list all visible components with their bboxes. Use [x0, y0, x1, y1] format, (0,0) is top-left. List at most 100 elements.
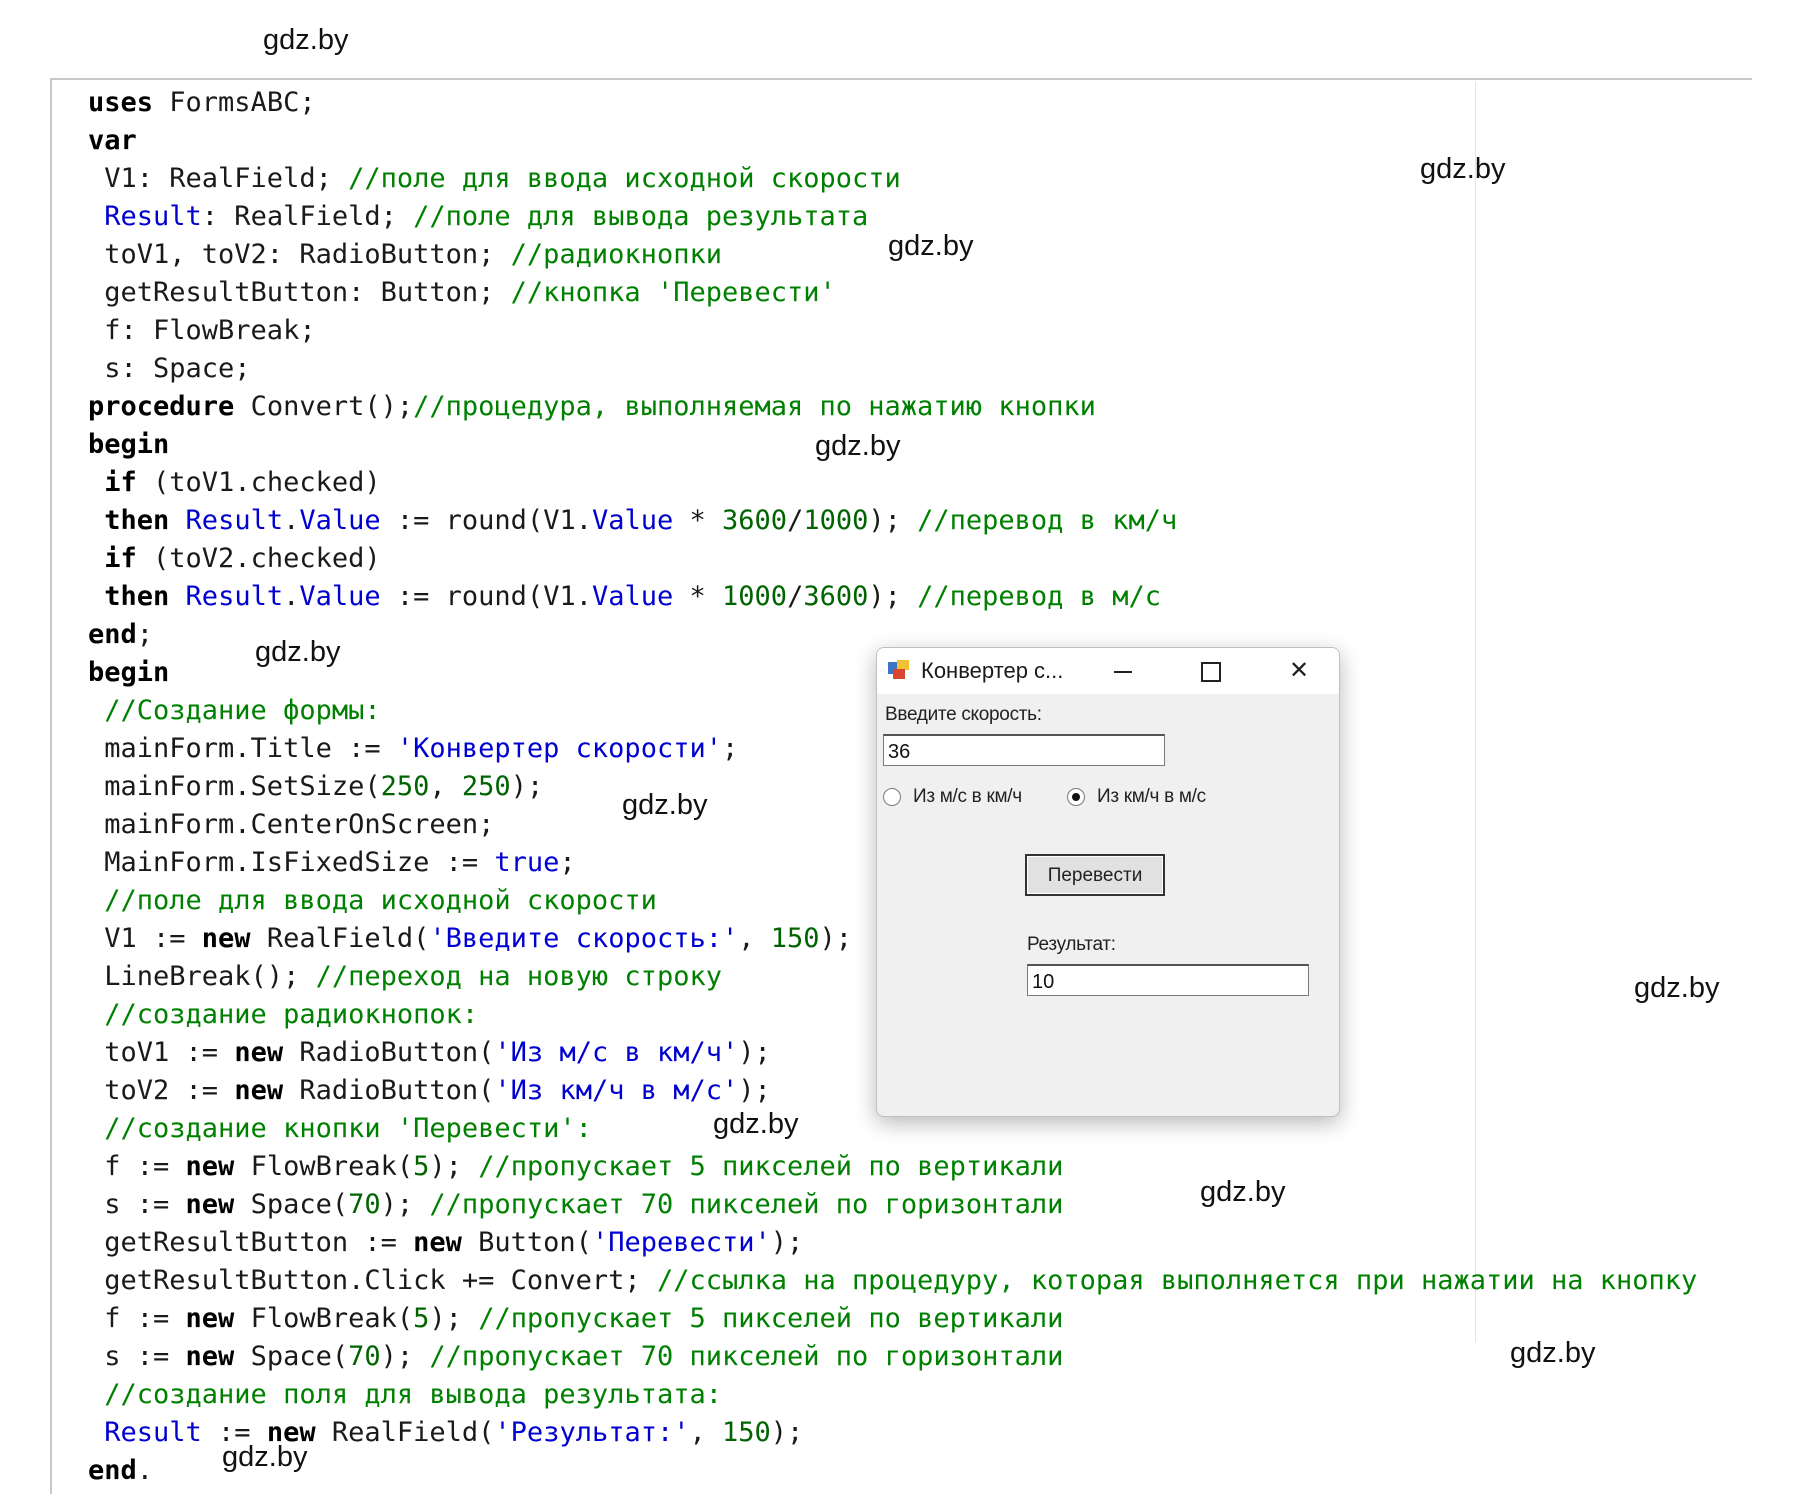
radio-ms-to-kmh-label[interactable]: Из м/с в км/ч: [913, 786, 1022, 808]
watermark: gdz.by: [888, 230, 974, 262]
watermark: gdz.by: [713, 1108, 799, 1140]
code-token: mainForm.SetSize(: [88, 771, 381, 802]
code-token: 'Результат:': [494, 1417, 690, 1448]
code-token: Result: [88, 1417, 202, 1448]
result-label: Результат:: [1027, 934, 1116, 955]
code-token: //создание поля для вывода результата:: [88, 1379, 722, 1410]
code-token: ;: [559, 847, 576, 878]
code-token: 5: [413, 1151, 430, 1182]
minimize-icon[interactable]: [1083, 648, 1163, 694]
code-token: 1000: [722, 581, 788, 612]
convert-button[interactable]: Перевести: [1025, 854, 1165, 896]
code-token: ,: [738, 923, 771, 954]
close-icon[interactable]: ✕: [1259, 648, 1339, 694]
code-token: LineBreak();: [88, 961, 316, 992]
code-token: V1: RealField;: [88, 163, 349, 194]
maximize-icon[interactable]: [1171, 648, 1251, 694]
code-line: s := new Space(70); //пропускает 70 пикс…: [88, 1186, 1697, 1224]
code-token: );: [770, 1417, 804, 1448]
code-token: 250: [380, 771, 430, 802]
code-token: toV1, toV2: RadioButton;: [88, 239, 511, 270]
code-line: f := new FlowBreak(5); //пропускает 5 пи…: [88, 1300, 1697, 1338]
code-token: s :=: [88, 1341, 186, 1372]
code-line: uses FormsABC;: [88, 84, 1697, 122]
code-line: s: Space;: [88, 350, 1697, 388]
code-token: new: [185, 1303, 235, 1334]
code-token: Space(: [234, 1341, 349, 1372]
code-token: if: [104, 543, 137, 574]
code-token: Value: [299, 505, 381, 536]
code-token: new: [234, 1075, 284, 1106]
code-token: //пропускает 5 пикселей по вертикали: [478, 1303, 1064, 1334]
code-token: end: [88, 619, 137, 650]
code-token: f :=: [88, 1303, 186, 1334]
code-token: );: [770, 1227, 804, 1258]
code-token: mainForm.Title :=: [88, 733, 397, 764]
code-token: V1 :=: [88, 923, 202, 954]
window-titlebar[interactable]: Конвертер с... ✕: [877, 648, 1339, 694]
code-token: 'Перевести': [591, 1227, 771, 1258]
code-token: (toV2.checked): [136, 543, 381, 574]
speed-input[interactable]: 36: [883, 734, 1165, 766]
code-token: *: [673, 581, 723, 612]
code-token: 'Из км/ч в м/с': [494, 1075, 739, 1106]
code-token: /: [787, 505, 804, 536]
radio-kmh-to-ms[interactable]: [1067, 788, 1085, 806]
code-line: then Result.Value := round(V1.Value * 36…: [88, 502, 1697, 540]
code-token: begin: [88, 657, 170, 688]
code-token: //создание кнопки 'Перевести':: [88, 1113, 592, 1144]
code-token: .: [283, 581, 300, 612]
code-token: *: [673, 505, 723, 536]
code-token: Value: [591, 505, 674, 536]
watermark: gdz.by: [1420, 153, 1506, 185]
code-token: //перевод в м/с: [917, 581, 1161, 612]
code-token: RadioButton(: [283, 1037, 495, 1068]
radio-kmh-to-ms-label[interactable]: Из км/ч в м/с: [1097, 786, 1206, 808]
code-token: ;: [721, 733, 739, 764]
code-token: );: [868, 581, 918, 612]
code-token: RealField(: [315, 1417, 495, 1448]
radio-ms-to-kmh[interactable]: [883, 788, 901, 806]
code-token: //радиокнопки: [510, 239, 722, 270]
code-line: s := new Space(70); //пропускает 70 пикс…: [88, 1338, 1697, 1376]
code-token: /: [787, 581, 804, 612]
code-token: begin: [88, 429, 170, 460]
code-token: //создание радиокнопок:: [88, 999, 479, 1030]
code-token: s :=: [88, 1189, 186, 1220]
app-icon: [888, 660, 909, 679]
code-token: 150: [770, 923, 820, 954]
watermark: gdz.by: [622, 789, 708, 821]
code-token: 3600: [722, 505, 788, 536]
code-line: end.: [88, 1452, 1697, 1490]
code-token: new: [234, 1037, 284, 1068]
code-token: 70: [348, 1189, 381, 1220]
code-token: getResultButton.Click += Convert;: [88, 1265, 657, 1296]
code-token: Result: [88, 201, 202, 232]
code-token: 'Из м/с в км/ч': [494, 1037, 739, 1068]
result-field[interactable]: 10: [1027, 964, 1309, 996]
code-token: .: [136, 1455, 154, 1486]
code-token: 70: [348, 1341, 381, 1372]
code-line: getResultButton.Click += Convert; //ссыл…: [88, 1262, 1697, 1300]
code-token: new: [413, 1227, 462, 1258]
code-token: 3600: [803, 581, 869, 612]
converter-window: Конвертер с... ✕ Введите скорость: 36 Из…: [876, 647, 1340, 1117]
code-line: if (toV1.checked): [88, 464, 1697, 502]
code-token: //ссылка на процедуру, которая выполняет…: [656, 1265, 1698, 1296]
code-token: procedure: [88, 391, 235, 422]
code-token: //поле для вывода результата: [413, 201, 869, 232]
code-token: toV1 :=: [88, 1037, 235, 1068]
code-token: Convert();: [234, 391, 414, 422]
code-token: getResultButton :=: [88, 1227, 414, 1258]
code-token: new: [185, 1189, 235, 1220]
code-token: (toV1.checked): [136, 467, 381, 498]
code-token: );: [738, 1075, 771, 1106]
code-token: );: [429, 1303, 479, 1334]
code-token: s: Space;: [88, 353, 251, 384]
speed-input-label: Введите скорость:: [885, 704, 1042, 725]
code-token: ,: [689, 1417, 723, 1448]
code-token: f: FlowBreak;: [88, 315, 316, 346]
code-token: toV2 :=: [88, 1075, 235, 1106]
